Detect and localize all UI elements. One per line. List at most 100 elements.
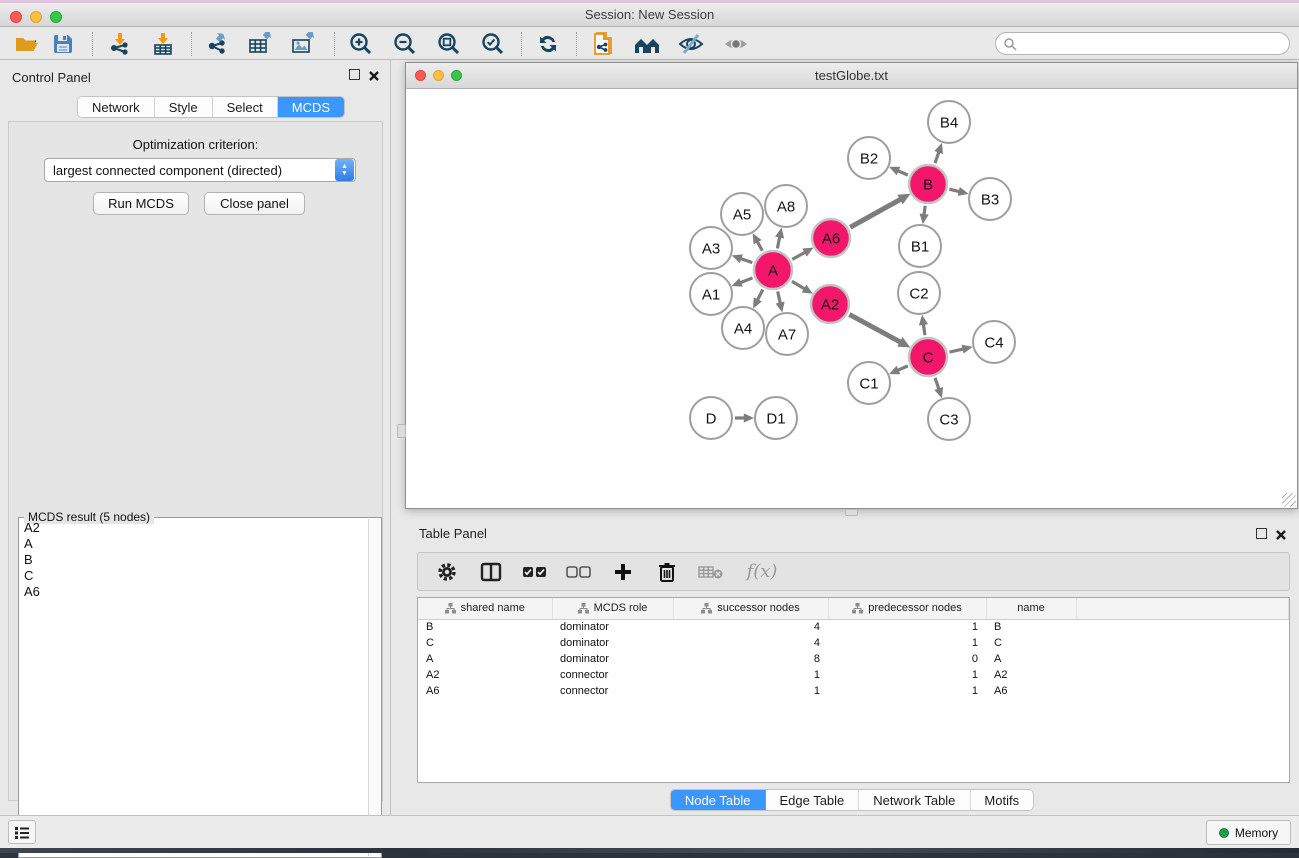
node-label: A2 [821,296,839,313]
edge-A-A2[interactable] [792,281,806,289]
network-window-titlebar[interactable]: testGlobe.txt [406,63,1297,89]
scrollbar[interactable] [368,519,380,856]
task-history-button[interactable] [8,820,36,844]
table-row[interactable]: A6connector11A6 [418,683,1289,699]
tab-network[interactable]: Network [78,97,155,117]
arrowhead-icon [776,302,785,313]
search-input[interactable] [1017,37,1289,51]
network-view-window: testGlobe.txt AA1A2A3A4A5A6A7A8BB1B2B3B4… [405,62,1298,509]
run-mcds-button[interactable]: Run MCDS [93,192,189,215]
first-neighbors-icon[interactable] [630,30,666,58]
network-canvas[interactable]: AA1A2A3A4A5A6A7A8BB1B2B3B4CC1C2C3C4DD1 [406,89,1297,508]
node-label: A1 [702,286,720,303]
zoom-fit-icon[interactable] [431,30,467,58]
mcds-result-list: A2ABCA6 [20,520,367,856]
show-graphics-details-eye-icon[interactable] [718,30,754,58]
edge-A-A6[interactable] [792,252,806,260]
arrowhead-icon [958,187,969,196]
mcds-result-groupbox: MCDS result (5 nodes) A2ABCA6 [18,517,382,858]
tab-style[interactable]: Style [155,97,213,117]
table-panel: Table Panel f(x) shared nameMCDS rolesuc… [405,519,1299,815]
float-panel-icon[interactable] [349,69,360,80]
node-label: A5 [733,206,751,223]
node-label: C2 [909,285,928,302]
search-field[interactable] [995,32,1290,55]
select-all-icon[interactable] [520,557,550,587]
tab-network-table[interactable]: Network Table [859,790,970,810]
close-panel-icon[interactable] [368,69,380,87]
mcds-result-item[interactable]: A [20,536,367,552]
arrowhead-icon [732,254,743,263]
add-column-plus-icon[interactable] [608,557,638,587]
node-label: A6 [822,230,840,247]
refresh-icon[interactable] [530,30,566,58]
tab-edge-table[interactable]: Edge Table [765,790,859,810]
column-header-name[interactable]: name [986,598,1076,619]
delete-column-trash-icon[interactable] [652,557,682,587]
main-toolbar [0,28,1299,60]
arrowhead-icon [962,345,973,354]
toolbar-separator [334,32,335,56]
optimization-criterion-select[interactable]: largest connected component (directed) ▲… [44,158,356,182]
import-network-icon[interactable] [102,30,138,58]
close-panel-icon[interactable] [1275,528,1287,546]
save-session-icon[interactable] [45,30,81,58]
table-row[interactable]: A2connector11A2 [418,667,1289,683]
search-icon [1003,37,1017,51]
node-label: D [706,410,717,427]
float-panel-icon[interactable] [1256,528,1267,539]
mcds-result-item[interactable]: B [20,552,367,568]
arrowhead-icon [934,143,943,154]
column-header-predecessor-nodes[interactable]: predecessor nodes [828,598,986,619]
table-row[interactable]: Cdominator41C [418,635,1289,651]
column-header-shared-name[interactable]: shared name [418,598,552,619]
table-row[interactable]: Adominator80A [418,651,1289,667]
table-row[interactable]: Bdominator41B [418,619,1289,635]
mcds-result-item[interactable]: C [20,568,367,584]
column-header-MCDS-role[interactable]: MCDS role [552,598,673,619]
tab-select[interactable]: Select [213,97,278,117]
tab-mcds[interactable]: MCDS [278,97,344,117]
table-toolbar: f(x) [417,552,1290,591]
mcds-result-item[interactable]: A2 [20,520,367,536]
node-attribute-icon [578,603,589,614]
delete-table-icon[interactable] [696,557,726,587]
open-file-icon[interactable] [9,30,45,58]
node-label: C3 [939,411,958,428]
hide-selected-eye-slash-icon[interactable] [673,30,709,58]
function-builder-icon[interactable]: f(x) [740,557,784,587]
close-panel-button[interactable]: Close panel [204,192,305,215]
tab-node-table[interactable]: Node Table [671,790,766,810]
column-settings-gear-icon[interactable] [432,557,462,587]
deselect-all-icon[interactable] [564,557,594,587]
export-image-icon[interactable] [286,30,322,58]
mcds-result-item[interactable]: A6 [20,584,367,600]
memory-button[interactable]: Memory [1206,820,1291,845]
edge-A-A1[interactable] [739,278,752,283]
show-columns-icon[interactable] [476,557,506,587]
table-splitter-handle[interactable] [845,509,858,516]
panel-splitter-handle[interactable] [397,424,406,438]
title-bar: Session: New Session [0,3,1299,27]
edge-C-C4[interactable] [949,349,964,352]
control-panel-title: Control Panel [12,70,91,85]
node-attribute-icon [852,603,863,614]
edge-A2-C[interactable] [849,314,902,342]
node-label: B4 [940,114,958,131]
zoom-selected-icon[interactable] [475,30,511,58]
column-header-successor-nodes[interactable]: successor nodes [673,598,828,619]
resize-grip-icon[interactable] [1282,493,1296,507]
import-table-icon[interactable] [145,30,181,58]
export-network-icon[interactable] [200,30,236,58]
node-label: C [923,349,934,366]
new-network-from-selection-icon[interactable] [586,30,622,58]
zoom-out-icon[interactable] [387,30,423,58]
edge-A6-B[interactable] [850,198,902,227]
table-panel-title: Table Panel [419,526,487,541]
toolbar-separator [576,32,577,56]
tab-motifs[interactable]: Motifs [970,790,1033,810]
node-label: B1 [911,238,929,255]
zoom-in-icon[interactable] [343,30,379,58]
edge-A-A3[interactable] [739,258,752,263]
export-table-icon[interactable] [243,30,279,58]
